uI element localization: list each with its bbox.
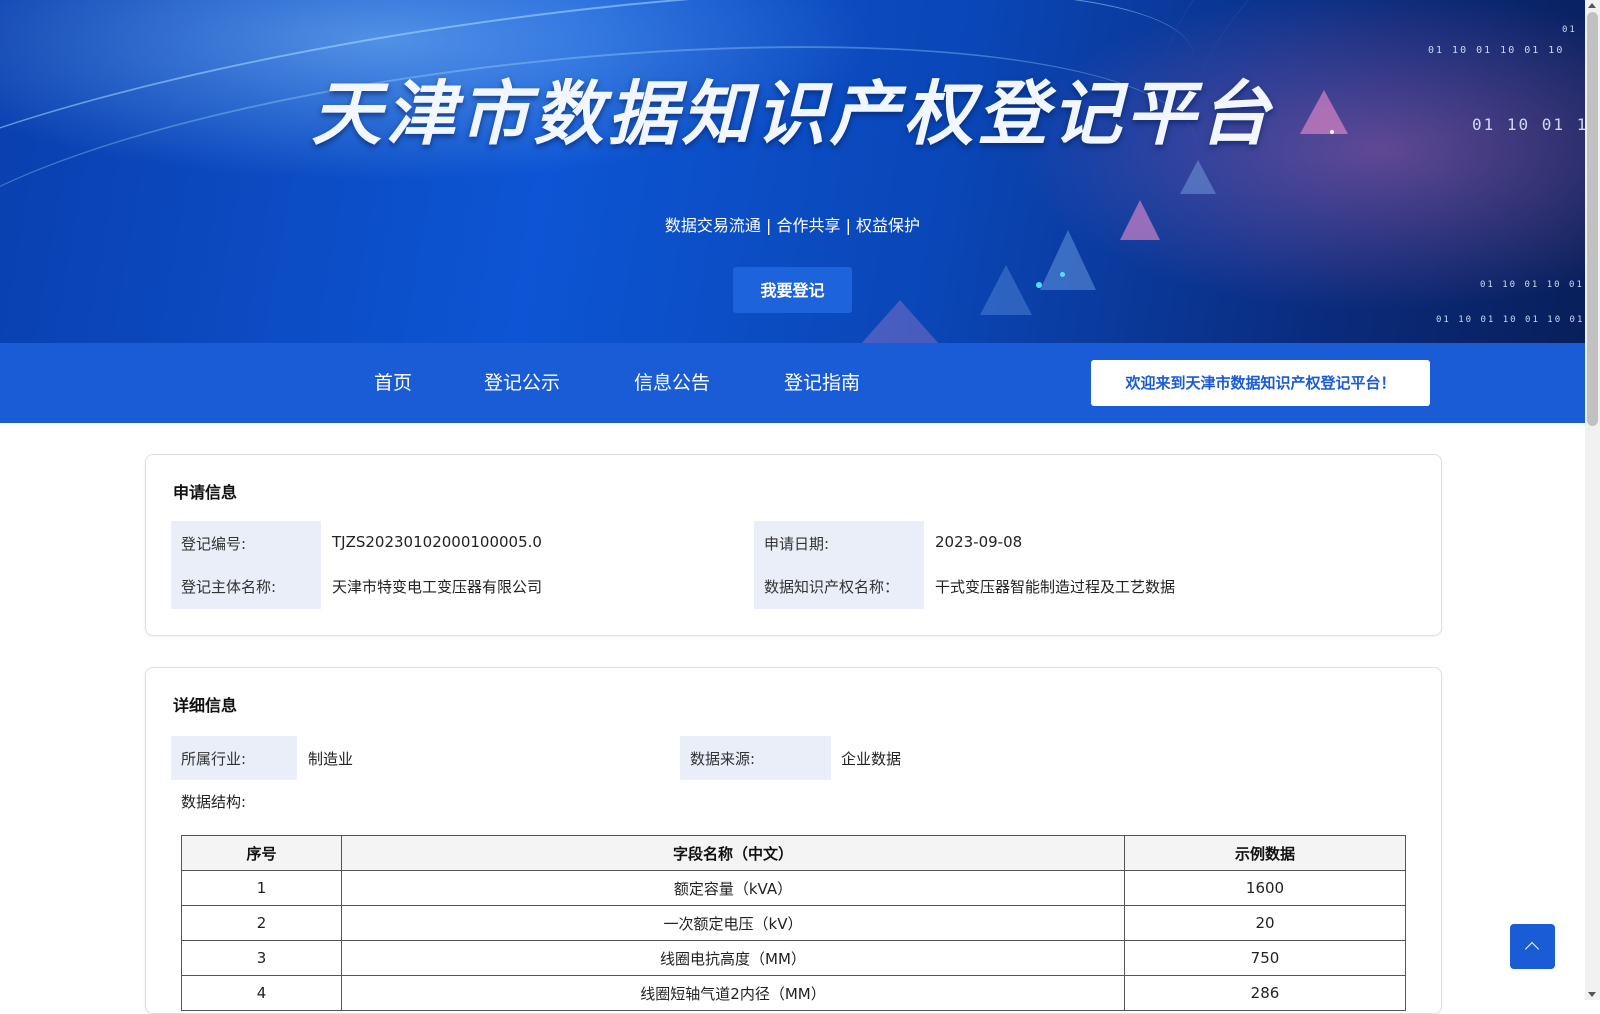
card-title: 详细信息 [173, 696, 238, 715]
scrollbar-thumb[interactable] [1587, 12, 1598, 426]
table-row: 3 线圈电抗高度（MM） 750 [181, 940, 1406, 976]
column-header: 示例数据 [1124, 835, 1406, 871]
field-value: 2023-09-08 干式变压器智能制造过程及工艺数据 [925, 521, 1425, 609]
industry-label: 所属行业: [181, 750, 247, 768]
data-structure-table: 序号 字段名称（中文） 示例数据 1 额定容量（kVA） 1600 2 一次额定… [181, 835, 1406, 1011]
subject-label: 登记主体名称: [181, 578, 277, 596]
register-button[interactable]: 我要登记 [733, 267, 852, 313]
application-info-card: 申请信息 登记编号: 登记主体名称: TJZS20230102000100005… [145, 454, 1442, 636]
ip-name-label: 数据知识产权名称： [764, 578, 900, 596]
reg-no-value: TJZS20230102000100005.0 [332, 533, 542, 551]
table-cell: 3 [181, 940, 342, 976]
main-navigation: 首页 登记公示 信息公告 登记指南 欢迎来到天津市数据知识产权登记平台！ [0, 343, 1585, 423]
nav-item-home[interactable]: 首页 [374, 343, 412, 423]
binary-text: 01 [1562, 25, 1577, 35]
decor-dot [1036, 282, 1042, 288]
table-row: 4 线圈短轴气道2内径（MM） 286 [181, 975, 1406, 1011]
decor-triangle [980, 265, 1032, 315]
table-cell: 线圈电抗高度（MM） [341, 940, 1125, 976]
platform-title: 天津市数据知识产权登记平台 [311, 73, 1274, 155]
card-title: 申请信息 [173, 483, 238, 502]
table-cell: 750 [1124, 940, 1406, 976]
table-cell: 线圈短轴气道2内径（MM） [341, 975, 1125, 1011]
binary-text: 01 10 01 10 01 10 01 10 [1436, 315, 1585, 325]
nav-item-announcements[interactable]: 信息公告 [634, 343, 710, 423]
table-cell: 一次额定电压（kV） [341, 905, 1125, 941]
decor-triangle [860, 300, 940, 343]
table-row: 1 额定容量（kVA） 1600 [181, 870, 1406, 906]
chevron-up-icon [1524, 941, 1540, 957]
decor-triangle [1040, 230, 1096, 290]
structure-label: 数据结构: [181, 793, 247, 811]
table-cell: 1600 [1124, 870, 1406, 906]
field-label: 登记编号: 登记主体名称: [171, 521, 321, 609]
page-scrollbar[interactable] [1585, 0, 1600, 1000]
table-cell: 1 [181, 870, 342, 906]
platform-slogan: 数据交易流通 | 合作共享 | 权益保护 [664, 216, 921, 235]
reg-no-label: 登记编号: [181, 535, 247, 553]
source-label-cell: 数据来源: [680, 736, 831, 780]
decor-triangle [1180, 160, 1216, 194]
subject-value: 天津市特变电工变压器有限公司 [332, 578, 543, 596]
binary-text: 01 10 01 10 01 10 01 10 [1480, 280, 1585, 290]
industry-label-cell: 所属行业: [171, 736, 297, 780]
scroll-up-arrow-icon[interactable] [1588, 3, 1596, 8]
table-cell: 2 [181, 905, 342, 941]
welcome-message: 欢迎来到天津市数据知识产权登记平台！ [1091, 360, 1430, 406]
nav-item-registration-guide[interactable]: 登记指南 [784, 343, 860, 423]
field-label: 申请日期: 数据知识产权名称： [754, 521, 924, 609]
scroll-down-arrow-icon[interactable] [1588, 992, 1596, 997]
ip-name-value: 干式变压器智能制造过程及工艺数据 [935, 578, 1176, 596]
apply-date-value: 2023-09-08 [935, 533, 1023, 551]
nav-item-registration-notice[interactable]: 登记公示 [484, 343, 560, 423]
decor-dot [1060, 272, 1065, 277]
hero-banner: 01 10 01 10 01 10 01 10 01 10 01 01 10 0… [0, 0, 1585, 343]
table-cell: 4 [181, 975, 342, 1011]
source-value: 企业数据 [841, 750, 902, 768]
apply-date-label: 申请日期: [764, 535, 830, 553]
source-label: 数据来源: [690, 750, 756, 768]
table-cell: 286 [1124, 975, 1406, 1011]
back-to-top-button[interactable] [1510, 924, 1555, 969]
industry-value: 制造业 [308, 750, 354, 768]
binary-text: 01 10 01 10 01 10 [1428, 45, 1565, 56]
detail-info-card: 详细信息 所属行业: 制造业 数据来源: 企业数据 数据结构: 序号 字段名称（… [145, 667, 1442, 1014]
column-header: 序号 [181, 835, 342, 871]
table-cell: 额定容量（kVA） [341, 870, 1125, 906]
column-header: 字段名称（中文） [341, 835, 1125, 871]
table-cell: 20 [1124, 905, 1406, 941]
table-row: 2 一次额定电压（kV） 20 [181, 905, 1406, 941]
table-header-row: 序号 字段名称（中文） 示例数据 [181, 835, 1406, 871]
